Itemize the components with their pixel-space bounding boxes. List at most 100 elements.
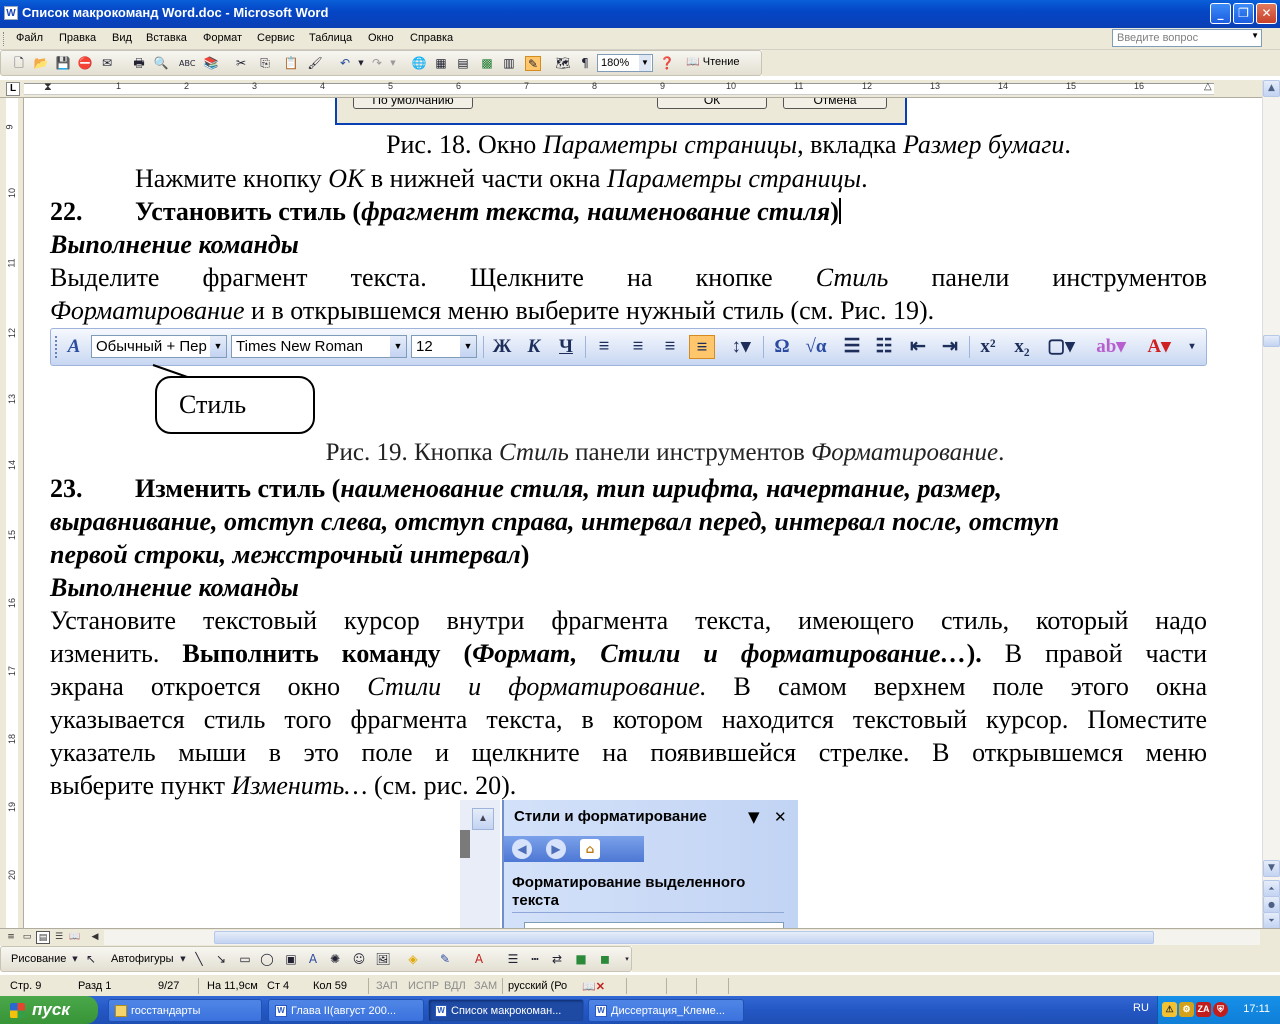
autoshapes-menu[interactable]: Автофигуры [111,953,174,965]
status-language[interactable]: русский (Ро [508,980,567,992]
fill-color-icon[interactable]: ◈ [405,952,421,967]
menu-help[interactable]: Справка [410,32,453,44]
copy-icon[interactable]: ⎘ [257,56,273,71]
print-icon[interactable]: 🖶 [131,56,147,71]
zoom-select[interactable]: 180% ▼ [597,54,653,72]
scroll-thumb[interactable] [1263,335,1280,347]
reading-layout-button[interactable]: 📖 Чтение [686,55,739,68]
menu-tools[interactable]: Сервис [257,32,295,44]
cut-icon[interactable]: ✂ [233,56,249,71]
insert-excel-icon[interactable]: ▩ [479,56,495,71]
scroll-left-icon[interactable]: ◀ [88,931,102,944]
normal-view-icon[interactable]: ≡ [4,931,18,944]
3d-icon[interactable]: ◼ [597,952,613,967]
menu-insert[interactable]: Вставка [146,32,187,44]
undo-dropdown-icon[interactable]: ▼ [353,56,369,71]
first-line-indent-marker[interactable]: ⧗ [44,81,52,94]
redo-icon[interactable]: ↷ [369,56,385,71]
browse-object-icon[interactable]: ● [1263,896,1280,913]
zonealarm-icon[interactable]: ZA [1196,1002,1211,1017]
task-glava[interactable]: W Глава II(август 200... [268,999,424,1022]
outline-view-icon[interactable]: ☰ [52,931,66,944]
print-preview-icon[interactable]: 🔍 [153,56,169,71]
menu-table[interactable]: Таблица [309,32,352,44]
print-layout-icon[interactable]: ▤ [36,931,50,944]
task-spisok[interactable]: W Список макрокоман... [428,999,584,1022]
menu-window[interactable]: Окно [368,32,394,44]
vertical-ruler[interactable]: 9 10 11 12 13 14 15 16 17 18 19 20 [0,98,24,928]
menu-grip[interactable] [3,32,6,46]
clipart-icon[interactable]: ☺ [351,952,367,967]
picture-icon[interactable]: 🖼 [375,952,391,967]
next-page-icon[interactable]: ⏷ [1263,912,1280,929]
shadow-icon[interactable]: ■ [573,952,589,967]
columns-icon[interactable]: ▥ [501,56,517,71]
line-color-icon[interactable]: ✎ [437,952,453,967]
horizontal-scrollbar[interactable] [104,930,1260,945]
right-indent-marker[interactable]: △ [1204,81,1212,92]
help-icon[interactable]: ❓ [659,56,675,71]
scroll-up-icon[interactable]: ▲ [1263,80,1280,97]
input-language[interactable]: RU [1133,1002,1149,1014]
chevron-down-icon[interactable]: ▼ [67,952,83,967]
antivirus-icon[interactable]: ⛨ [1213,1002,1228,1017]
task-dissertatsiya[interactable]: W Диссертация_Клеме... [588,999,744,1022]
arrow-style-icon[interactable]: ⇄ [549,952,565,967]
line-icon[interactable]: ╲ [191,952,207,967]
reading-view-icon[interactable]: 📖 [68,931,82,944]
web-view-icon[interactable]: ▭ [20,931,34,944]
undo-icon[interactable]: ↶ [337,56,353,71]
start-button[interactable]: пуск [0,996,98,1024]
scroll-down-icon[interactable]: ▼ [1263,860,1280,877]
research-icon[interactable]: 📚 [203,56,219,71]
task-gosstandarty[interactable]: госстандарты [108,999,262,1022]
show-hide-icon[interactable]: ¶ [577,56,593,71]
status-extend[interactable]: ВДЛ [444,980,466,992]
insert-table-icon[interactable]: ▤ [455,56,471,71]
status-track-changes[interactable]: ИСПР [408,980,439,992]
spelling-icon[interactable]: ABC [179,56,195,71]
close-button[interactable]: ✕ [1256,3,1277,24]
word-app-icon[interactable]: W [4,6,18,20]
wordart-icon[interactable]: A [305,952,321,967]
chevron-down-icon[interactable]: ▼ [639,55,651,71]
email-icon[interactable]: ✉ [99,56,115,71]
chevron-down-icon[interactable]: ▼ [175,952,191,967]
prev-page-icon[interactable]: ⏶ [1263,880,1280,897]
restore-button[interactable]: ❐ [1233,3,1254,24]
redo-dropdown-icon[interactable]: ▼ [385,56,401,71]
menu-edit[interactable]: Правка [59,32,96,44]
menu-file[interactable]: Файл [16,32,43,44]
tables-borders-icon[interactable]: ▦ [433,56,449,71]
network-icon[interactable]: ⚙ [1179,1002,1194,1017]
select-objects-icon[interactable]: ↖ [83,952,99,967]
document-map-icon[interactable]: 🗺 [555,56,571,71]
dash-style-icon[interactable]: ┅ [527,952,543,967]
status-overtype[interactable]: ЗАМ [474,980,497,992]
textbox-icon[interactable]: ▣ [283,952,299,967]
horizontal-ruler[interactable]: 1 2 3 4 5 6 7 8 9 10 11 12 13 14 15 16 ⧗… [0,80,1262,98]
draw-menu[interactable]: Рисование [11,953,66,965]
menu-view[interactable]: Вид [112,32,132,44]
vertical-scrollbar[interactable]: ▲ ▼ ⏶ ● ⏷ [1262,80,1280,929]
new-document-icon[interactable]: 🗋 [11,56,27,71]
permission-icon[interactable]: ⛔ [77,56,93,71]
minimize-button[interactable]: _ [1210,3,1231,24]
drawing-icon[interactable]: ✎ [525,56,541,71]
hyperlink-icon[interactable]: 🌐 [411,56,427,71]
help-search-input[interactable]: Введите вопрос ▼ [1112,29,1262,47]
menu-format[interactable]: Формат [203,32,242,44]
diagram-icon[interactable]: ✺ [327,952,343,967]
paste-icon[interactable]: 📋 [283,56,299,71]
document-page[interactable]: По умолчанию ОК Отмена Рис. 18. Окно Пар… [25,98,1262,928]
font-color-icon[interactable]: A [471,952,487,967]
hscroll-thumb[interactable] [214,931,1154,944]
status-record[interactable]: ЗАП [376,980,398,992]
line-style-icon[interactable]: ☰ [505,952,521,967]
spelling-status-icon[interactable]: 📖✕ [582,980,605,993]
save-icon[interactable]: 💾 [55,56,71,71]
tab-selector[interactable]: L [6,82,20,96]
format-painter-icon[interactable]: 🖌 [307,56,323,71]
arrow-icon[interactable]: ↘ [213,952,229,967]
security-icon[interactable]: ⚠ [1162,1002,1177,1017]
